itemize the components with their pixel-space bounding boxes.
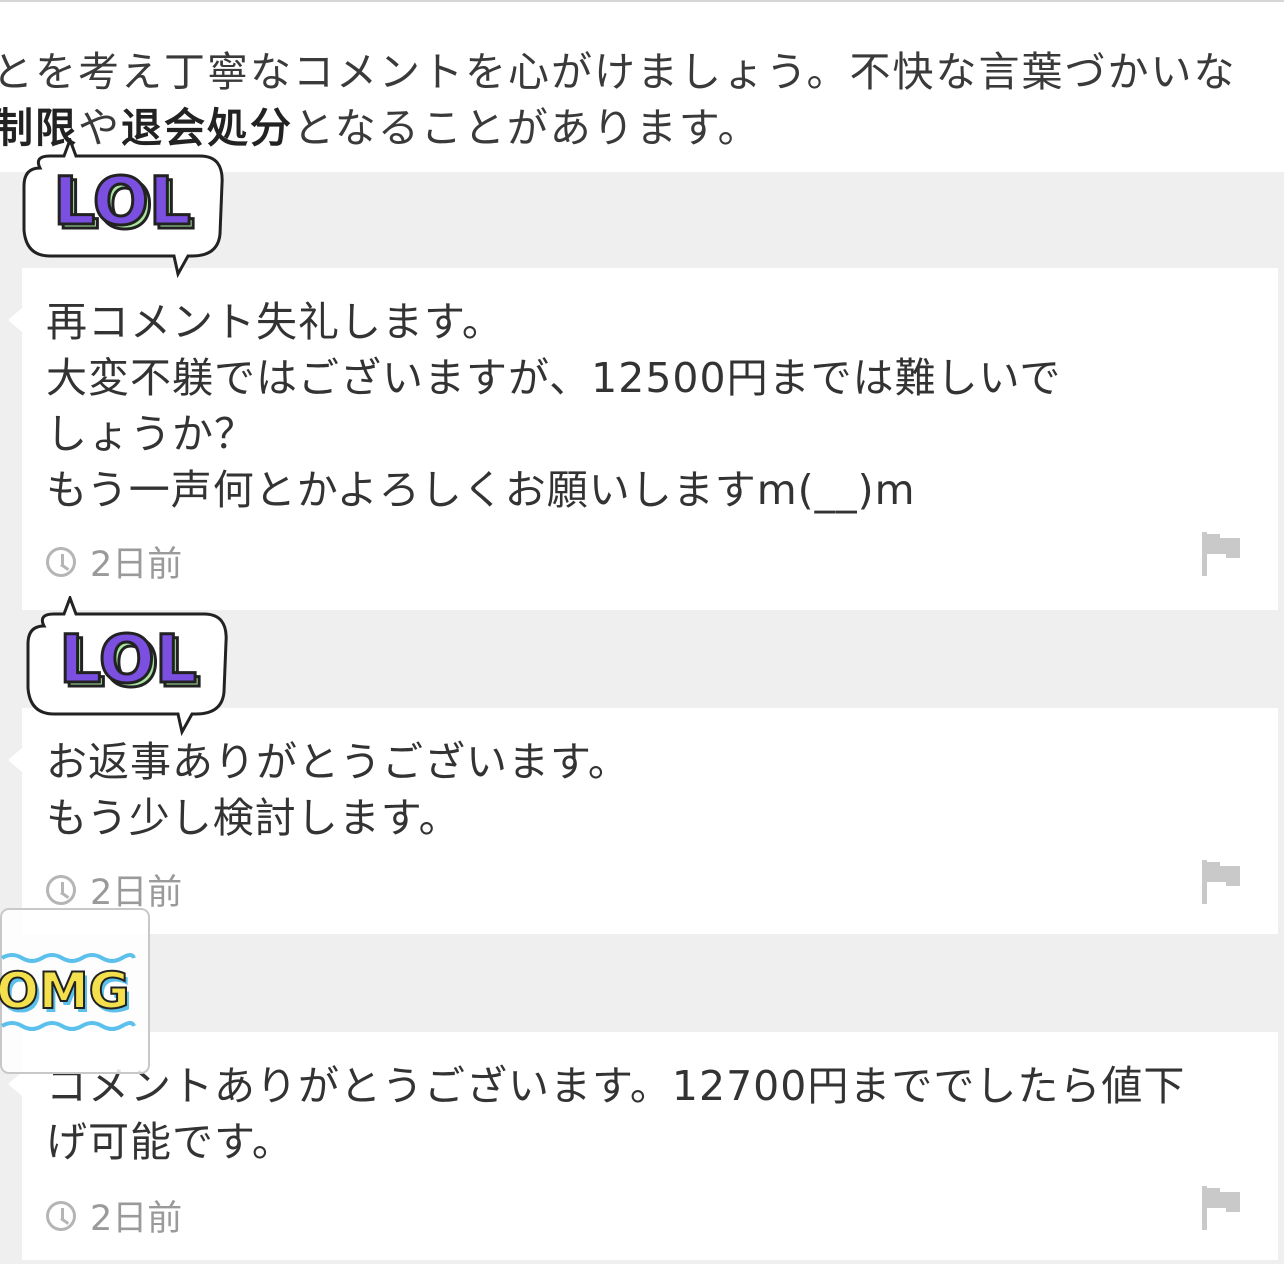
- comment-card: 再コメント失礼します。 大変不躾ではございますが、12500円までは難しいで し…: [8, 268, 1278, 610]
- lol-sticker-icon: LOL LOL: [22, 138, 224, 279]
- svg-text:OMG: OMG: [0, 962, 130, 1020]
- report-flag-icon[interactable]: [1200, 1184, 1244, 1232]
- comment-time: 2日前: [90, 545, 183, 585]
- comment-card: コメントありがとうございます。12700円まででしたら値下 げ可能です。 2日前: [8, 1032, 1278, 1260]
- clock-icon: [46, 1200, 76, 1231]
- comment-text: コメントありがとうございます。12700円まででしたら値下 げ可能です。: [46, 1062, 1186, 1166]
- notice-line-1: とを考え丁寧なコメントを心がけましょう。不快な言葉づかいな: [0, 48, 1237, 96]
- clock-icon: [46, 874, 76, 905]
- svg-text:LOL: LOL: [53, 163, 191, 240]
- comment-card: お返事ありがとうございます。 もう少し検討します。 2日前: [8, 708, 1278, 934]
- comment-meta: 2日前: [46, 536, 182, 587]
- clock-icon: [46, 546, 76, 577]
- report-flag-icon[interactable]: [1200, 530, 1244, 578]
- comment-time: 2日前: [90, 1199, 183, 1239]
- comment-text: お返事ありがとうございます。 もう少し検討します。: [46, 738, 630, 842]
- report-flag-icon[interactable]: [1200, 858, 1244, 906]
- lol-sticker-icon: LOL LOL: [26, 596, 228, 737]
- omg-sticker-icon: OMG OMG: [0, 908, 150, 1074]
- svg-text:LOL: LOL: [59, 621, 197, 698]
- comment-meta: 2日前: [46, 1190, 182, 1241]
- comment-text: 再コメント失礼します。 大変不躾ではございますが、12500円までは難しいで し…: [46, 298, 1062, 514]
